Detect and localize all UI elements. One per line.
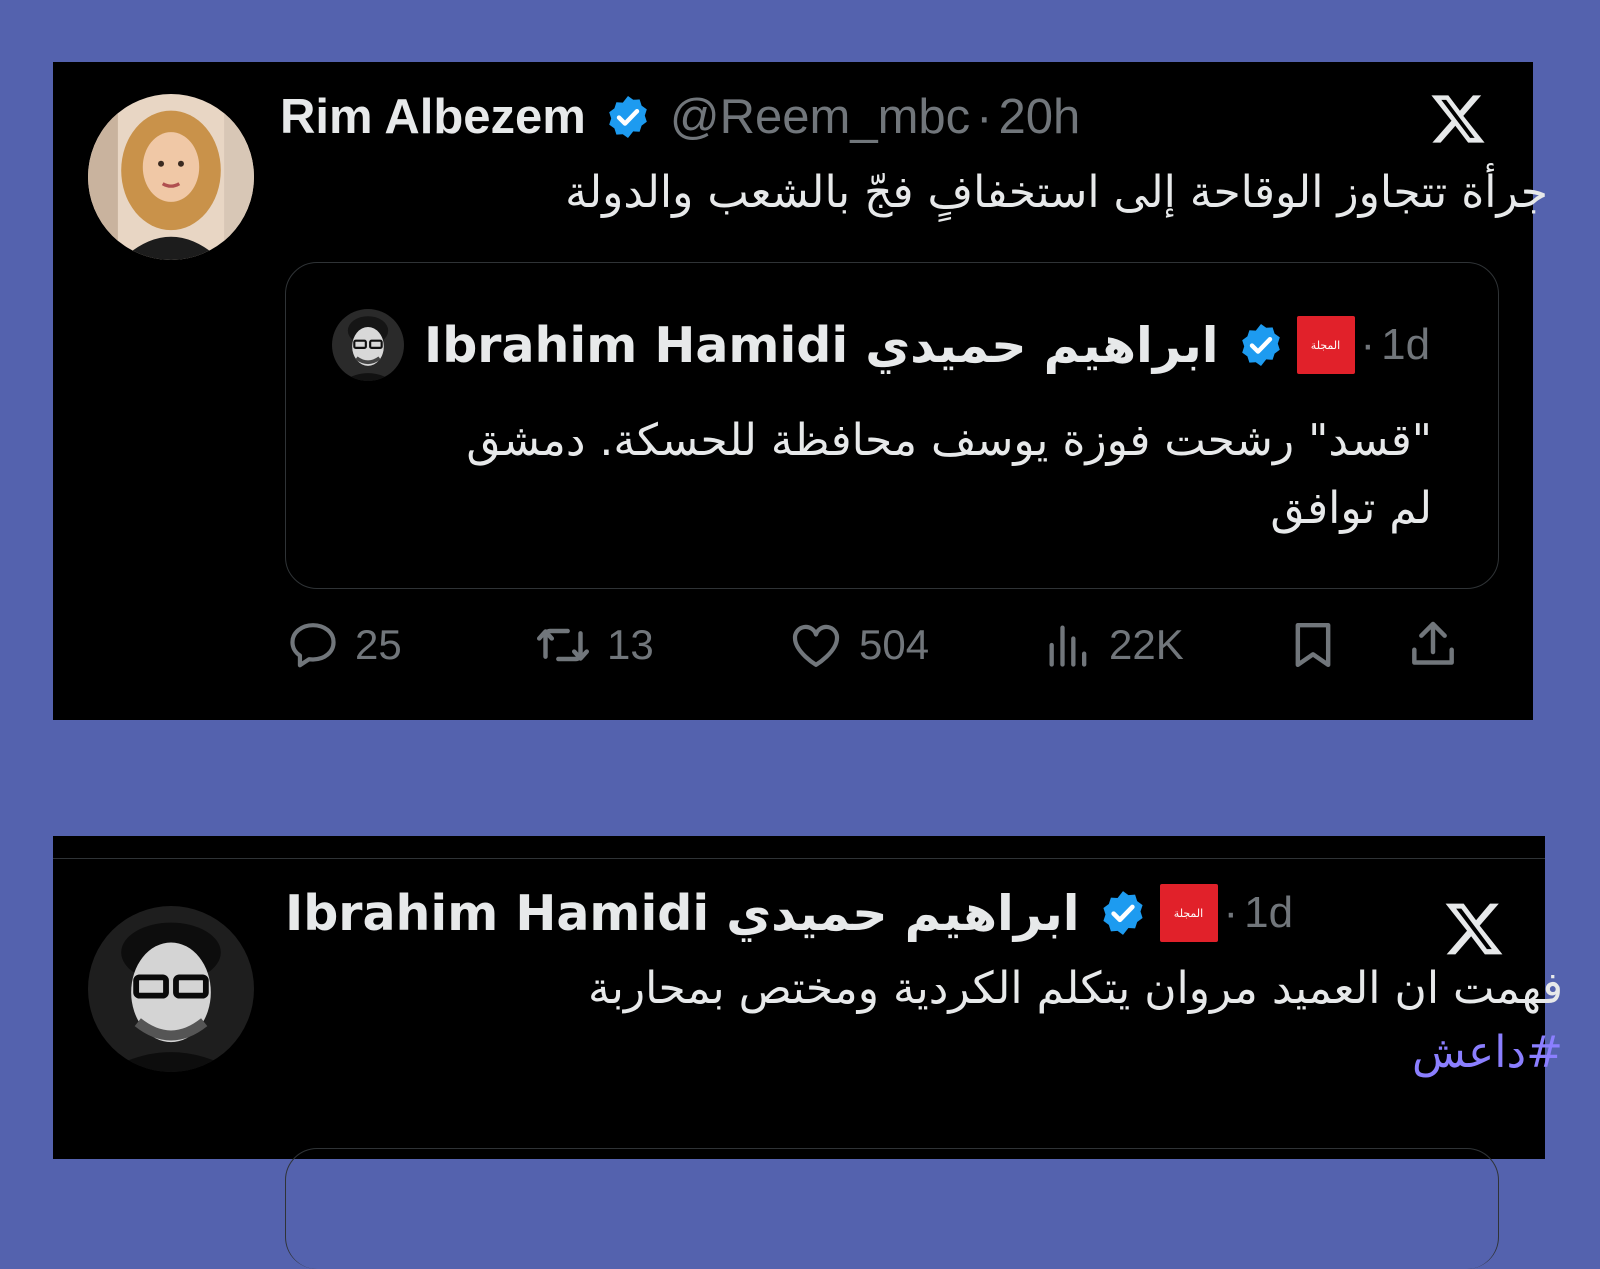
- quoted-header: Ibrahim Hamidi ابراهيم حميدي المجلة · 1d: [424, 315, 1430, 375]
- tweet-card-reem[interactable]: Rim Albezem @Reem_mbc · 20h جرأة تتجاوز …: [53, 62, 1548, 720]
- author-handle[interactable]: @Reem_mbc: [670, 89, 970, 145]
- author-name[interactable]: Ibrahim Hamidi ابراهيم حميدي: [285, 885, 1080, 942]
- verified-icon: [1098, 888, 1148, 938]
- separator-dot: ·: [1360, 320, 1376, 369]
- separator-dot: ·: [1223, 888, 1239, 937]
- separator-dot: ·: [976, 90, 993, 144]
- quoted-text-line1: "قسد" رشحت فوزة يوسف محافظة للحسكة. دمشق: [466, 415, 1432, 466]
- divider: [53, 858, 1545, 859]
- avatar-photo-icon: [332, 309, 404, 381]
- bookmark-icon: [1295, 622, 1331, 668]
- tweet-time[interactable]: 20h: [998, 89, 1080, 145]
- tweet-text: فهمت ان العميد مروان يتكلم الكردية ومختص…: [588, 963, 1563, 1014]
- views-button[interactable]: 22K: [1043, 617, 1184, 673]
- like-icon: [792, 624, 840, 667]
- tweet-header: Ibrahim Hamidi ابراهيم حميدي المجلة · 1d: [285, 882, 1293, 944]
- org-badge-icon: المجلة: [1296, 316, 1355, 374]
- avatar-photo-icon: [88, 94, 254, 260]
- quoted-time[interactable]: 1d: [1381, 320, 1430, 370]
- tweet-header: Rim Albezem @Reem_mbc · 20h: [280, 86, 1080, 148]
- tweet-actions: 25 13 504 22K: [285, 617, 1555, 677]
- share-icon: [1412, 621, 1454, 665]
- like-button[interactable]: 504: [787, 617, 929, 673]
- avatar-photo-icon: [88, 906, 254, 1072]
- bookmark-button[interactable]: [1285, 617, 1341, 673]
- quoted-author-name[interactable]: Ibrahim Hamidi ابراهيم حميدي: [424, 317, 1219, 374]
- reply-icon: [290, 623, 336, 668]
- verified-icon: [604, 93, 652, 141]
- quoted-tweet[interactable]: Ibrahim Hamidi ابراهيم حميدي المجلة · 1d…: [285, 262, 1499, 589]
- x-logo-icon[interactable]: [1443, 898, 1505, 960]
- tweet-text: جرأة تتجاوز الوقاحة إلى استخفافٍ فجّ بال…: [565, 167, 1548, 218]
- quoted-text-line2: لم توافق: [1270, 483, 1432, 534]
- verified-icon: [1237, 321, 1285, 369]
- reply-button[interactable]: 25: [285, 617, 402, 673]
- tweet-card-hamidi[interactable]: Ibrahim Hamidi ابراهيم حميدي المجلة · 1d…: [53, 836, 1563, 1269]
- like-count: 504: [859, 621, 930, 668]
- avatar[interactable]: [332, 309, 404, 381]
- repost-count: 13: [607, 621, 654, 668]
- share-button[interactable]: [1405, 617, 1461, 673]
- repost-icon: [536, 628, 590, 662]
- views-icon: [1049, 625, 1087, 667]
- views-count: 22K: [1109, 621, 1184, 668]
- avatar[interactable]: [88, 906, 254, 1072]
- quoted-tweet[interactable]: [285, 1148, 1499, 1269]
- avatar[interactable]: [88, 94, 254, 260]
- tweet-time[interactable]: 1d: [1244, 888, 1293, 938]
- reply-count: 25: [355, 621, 402, 668]
- hashtag-link[interactable]: #داعش: [333, 1022, 1563, 1084]
- x-logo-icon[interactable]: [1428, 90, 1488, 148]
- repost-button[interactable]: 13: [533, 617, 654, 673]
- org-badge-icon: المجلة: [1159, 884, 1218, 942]
- author-name[interactable]: Rim Albezem: [280, 89, 586, 145]
